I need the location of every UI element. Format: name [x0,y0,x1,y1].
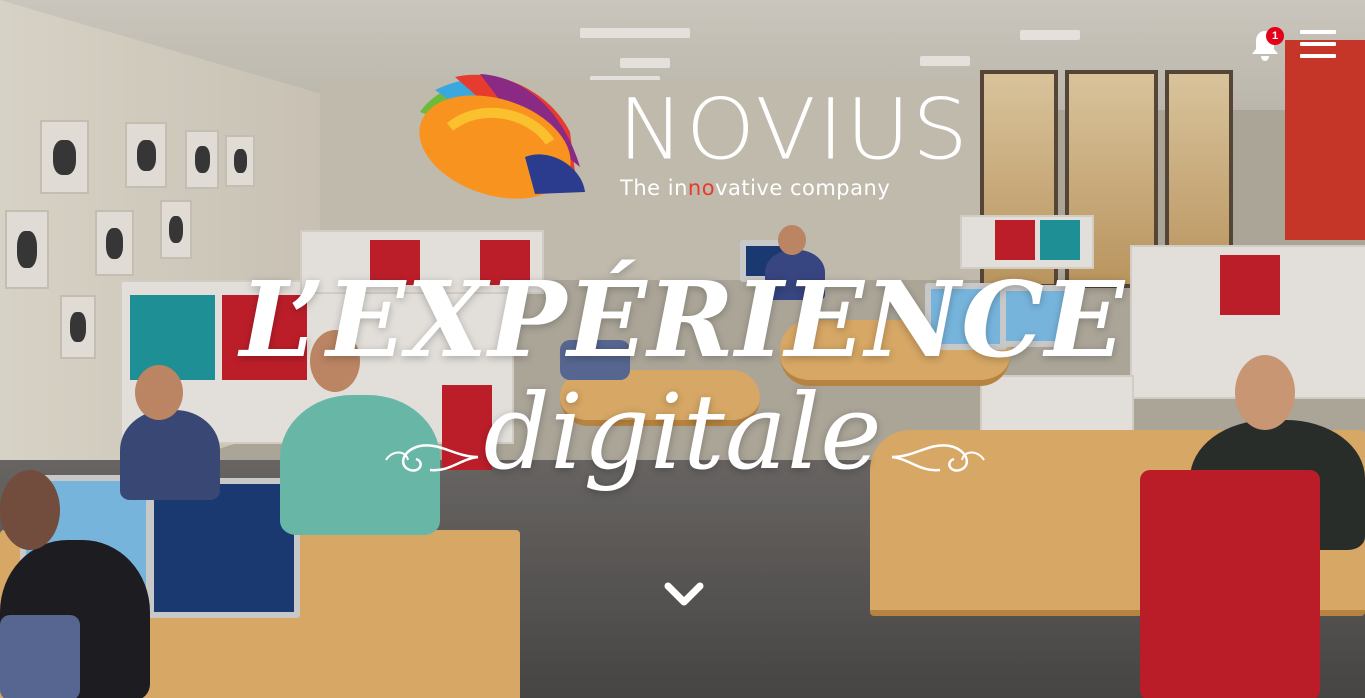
scroll-down-button[interactable] [662,576,706,616]
hero-headline: L’EXPÉRIENCE [239,258,1126,381]
novius-logo[interactable]: NOVIUS The innovative company [410,72,970,212]
logo-tagline: The innovative company [620,176,891,200]
flourish-right-icon [891,444,985,472]
logo-mark-icon [419,74,585,199]
chevron-down-icon [664,582,704,606]
notification-count-badge: 1 [1266,27,1284,45]
hero-section: NOVIUS The innovative company 1 L’EXPÉRI… [0,0,1365,698]
logo-wordmark: NOVIUS [618,80,970,179]
flourish-left-icon [385,444,479,472]
menu-button[interactable] [1300,30,1336,58]
hero-subline: digitale [483,371,882,493]
hamburger-menu-icon [1300,30,1336,34]
